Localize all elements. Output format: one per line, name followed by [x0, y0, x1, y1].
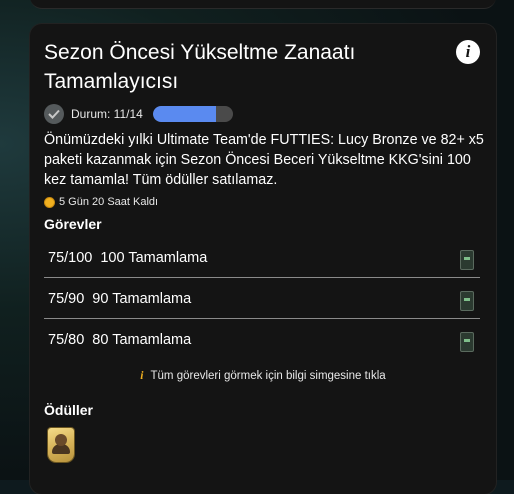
time-left: 5 Gün 20 Saat Kaldı: [44, 196, 158, 208]
objective-card: Sezon Öncesi Yükseltme Zanaatı Tamamlayı…: [30, 24, 496, 494]
status-label: Durum: 11/14: [71, 107, 143, 121]
objective-label: 80 Tamamlama: [92, 332, 192, 348]
status-progress-bar: [152, 106, 233, 122]
divider: [44, 277, 480, 278]
info-hint-icon: i: [140, 370, 144, 382]
stopwatch-icon: [44, 196, 55, 208]
hint-text: Tüm görevleri görmek için bilgi simgesin…: [150, 370, 386, 382]
pack-icon: [460, 250, 474, 270]
player-card-icon[interactable]: [48, 428, 74, 462]
objective-label: 90 Tamamlama: [92, 291, 192, 307]
time-left-label: 5 Gün 20 Saat Kaldı: [59, 196, 159, 208]
card-description: Önümüzdeki yılki Ultimate Team'de FUTTIE…: [44, 132, 484, 188]
objective-label: 100 Tamamlama: [100, 250, 208, 266]
pack-icon: [460, 332, 474, 352]
card-title: Sezon Öncesi Yükseltme Zanaatı Tamamlayı…: [44, 41, 356, 93]
status-progress-fill: [152, 106, 216, 122]
objective-progress: 75/100: [48, 250, 93, 266]
objective-row[interactable]: 75/80 80 Tamamlama: [44, 320, 480, 360]
objective-row[interactable]: 75/90 90 Tamamlama: [44, 279, 480, 319]
objectives-heading: Görevler: [44, 216, 102, 232]
objective-progress: 75/80: [48, 332, 85, 348]
objective-progress: 75/90: [48, 291, 85, 307]
info-icon[interactable]: i: [456, 40, 480, 64]
pack-icon: [460, 291, 474, 311]
status-row: Durum: 11/14: [44, 104, 233, 124]
objective-row[interactable]: 75/100 100 Tamamlama: [44, 238, 480, 278]
check-icon: [44, 104, 64, 124]
rewards-heading: Ödüller: [44, 402, 94, 418]
divider: [44, 318, 480, 319]
hint: i Tüm görevleri görmek için bilgi simges…: [30, 370, 496, 382]
previous-card-panel: [30, 0, 496, 9]
